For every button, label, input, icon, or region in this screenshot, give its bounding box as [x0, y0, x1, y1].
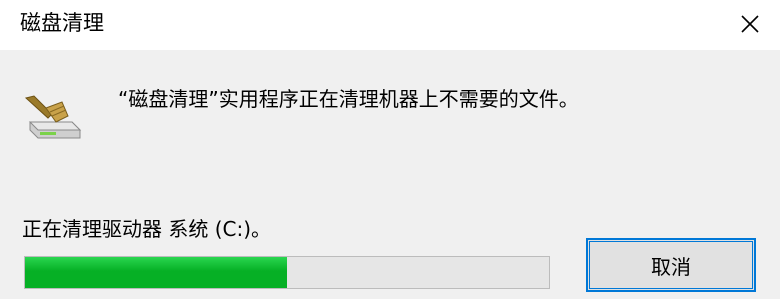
- status-message: “磁盘清理”实用程序正在清理机器上不需要的文件。: [118, 87, 579, 111]
- disk-cleanup-window: 磁盘清理 “磁盘清理”实用程序正在清理机器上不需要的文件。 正在清理驱动器 系统…: [0, 0, 780, 299]
- cancel-button-label: 取消: [651, 254, 691, 279]
- title-bar: 磁盘清理: [0, 0, 780, 50]
- cleaning-drive-label: 正在清理驱动器 系统 (C:)。: [22, 217, 272, 241]
- close-button[interactable]: [720, 0, 780, 48]
- cancel-button[interactable]: 取消: [586, 238, 756, 292]
- disk-cleanup-icon: [24, 95, 82, 139]
- window-title: 磁盘清理: [20, 11, 104, 35]
- progress-bar: [24, 256, 550, 289]
- close-icon: [741, 15, 759, 33]
- progress-fill: [25, 257, 287, 288]
